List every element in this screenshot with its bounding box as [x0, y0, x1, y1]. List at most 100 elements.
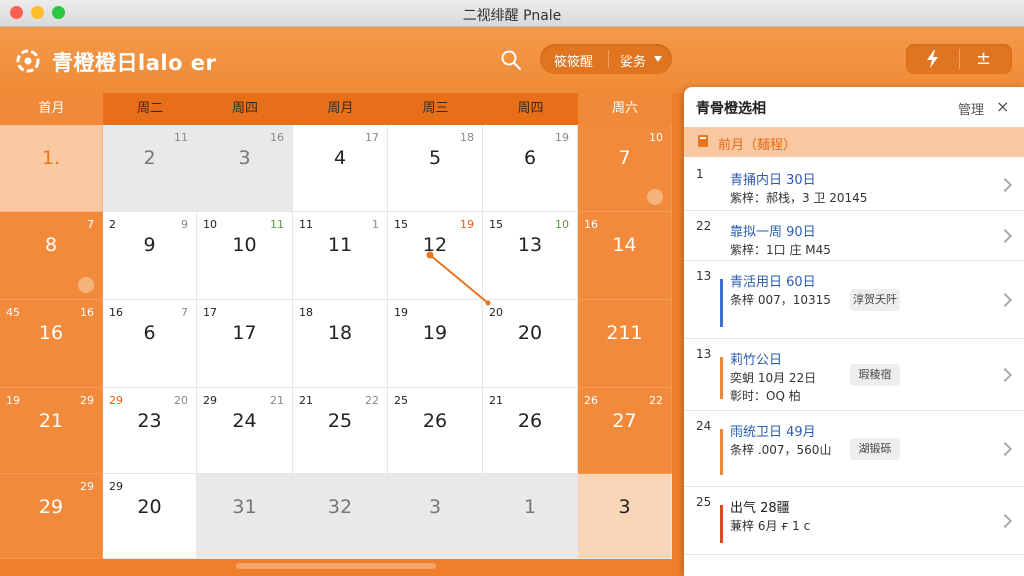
calendar-day-cell[interactable]: 16 16 45: [0, 300, 103, 388]
calendar-day-cell[interactable]: 2 11: [103, 125, 197, 212]
secondary-date-label: 29: [109, 394, 123, 407]
secondary-date-label: 7: [87, 218, 94, 231]
calendar-day-cell[interactable]: 20 20: [483, 300, 578, 388]
calendar-day-cell[interactable]: 27 22 26: [578, 388, 672, 474]
weekday-header: 首月 周二 周四 周月 周三 周四 周六: [0, 93, 672, 125]
day-number: 1: [523, 496, 537, 518]
secondary-date-label: 10: [649, 131, 663, 144]
secondary-date-label: 18: [299, 306, 313, 319]
calendar-day-cell[interactable]: 24 21 29: [197, 388, 293, 474]
chevron-right-icon[interactable]: [997, 292, 1013, 308]
checkmark-icon: [78, 277, 94, 293]
calendar-day-cell[interactable]: 9 9 2: [103, 212, 197, 300]
details-panel: 青骨橙选相 管理 × 前月（麺程） 1 青捅内日 30日 紫梓：郝栈，3 卫 201…: [684, 87, 1024, 576]
section-label: 前月（麺程）: [718, 138, 797, 153]
calendar-day-cell[interactable]: 25 22 21: [293, 388, 388, 474]
chevron-right-icon[interactable]: [997, 177, 1013, 193]
view-segmented-control[interactable]: 筱筱醒 娑务: [540, 44, 672, 74]
calendar-day-cell[interactable]: 21 29 19: [0, 388, 103, 474]
calendar-day-cell[interactable]: 1: [483, 474, 578, 559]
calendar-day-cell[interactable]: 20 29: [103, 474, 197, 559]
chevron-right-icon[interactable]: [997, 367, 1013, 383]
chevron-down-icon[interactable]: [654, 56, 662, 62]
secondary-date-label: 16: [80, 306, 94, 319]
calendar-day-cell[interactable]: 17 17: [197, 300, 293, 388]
item-subtitle: 奕蚏 10月 22日: [730, 371, 817, 385]
day-number: 4: [333, 147, 347, 169]
calendar-day-cell[interactable]: 26 25: [388, 388, 483, 474]
window-title: 二视绯醒 Pnale: [462, 8, 562, 24]
secondary-date-label: 11: [299, 218, 313, 231]
lightning-icon[interactable]: [924, 49, 942, 69]
secondary-date-label: 26: [584, 394, 598, 407]
day-number: 21: [38, 410, 64, 432]
event-list-item[interactable]: 24 雨统卫日 49月 条梓 .007，560山 湖锻砾: [684, 411, 1024, 487]
day-number: 27: [612, 410, 637, 432]
segment-left[interactable]: 筱筱醒: [554, 51, 593, 70]
day-number: 14: [612, 234, 637, 256]
day-number: 20: [517, 322, 543, 344]
secondary-date-label: 21: [270, 394, 284, 407]
calendar-day-cell[interactable]: 3: [578, 474, 672, 559]
calendar-day-cell[interactable]: 23 20 29: [103, 388, 197, 474]
calendar-day-cell[interactable]: 29 29: [0, 474, 103, 559]
day-number: 19: [422, 322, 448, 344]
calendar-day-cell[interactable]: 7 10: [578, 125, 672, 212]
day-number: 11: [327, 234, 353, 256]
calendar-day-cell[interactable]: 13 10 15: [483, 212, 578, 300]
calendar-day-cell[interactable]: 32: [293, 474, 388, 559]
day-number: 3: [238, 147, 251, 169]
chevron-right-icon[interactable]: [997, 441, 1013, 457]
event-list-item[interactable]: 22 靠拟一周 90日 紫梓：1口 庄 M45: [684, 211, 1024, 261]
calendar-day-cell[interactable]: 18 18: [293, 300, 388, 388]
secondary-date-label: 18: [460, 131, 474, 144]
day-number: 2: [143, 147, 156, 169]
calendar-day-cell[interactable]: 4 17: [293, 125, 388, 212]
calendar-day-cell[interactable]: 26 21: [483, 388, 578, 474]
close-icon[interactable]: ×: [996, 97, 1009, 116]
calendar-day-cell[interactable]: 6 7 16: [103, 300, 197, 388]
secondary-date-label: 11: [270, 218, 284, 231]
secondary-date-label: 10: [203, 218, 217, 231]
calendar-day-cell[interactable]: 3 16: [197, 125, 293, 212]
day-number: 31: [232, 496, 257, 518]
secondary-date-label: 16: [270, 131, 284, 144]
calendar-day-cell[interactable]: 5 18: [388, 125, 483, 212]
search-icon[interactable]: [500, 49, 522, 71]
event-list-item[interactable]: 1 青捅内日 30日 紫梓：郝栈，3 卫 20145: [684, 159, 1024, 211]
segment-right[interactable]: 娑务: [620, 51, 646, 70]
day-number: 25: [327, 410, 353, 432]
weekday-label: 周月: [293, 93, 388, 125]
event-list-item[interactable]: 13 青活用日 60日 条梓 007，10315 淳贺夭阡: [684, 261, 1024, 339]
chevron-right-icon[interactable]: [997, 513, 1013, 529]
secondary-date-label: 11: [174, 131, 188, 144]
calendar-day-cell[interactable]: 211: [578, 300, 672, 388]
item-index: 13: [696, 269, 712, 283]
calendar-day-cell[interactable]: 11 1 11: [293, 212, 388, 300]
secondary-date-label: 19: [555, 131, 569, 144]
calendar-day-cell[interactable]: 12 19 15: [388, 212, 483, 300]
calendar-day-cell[interactable]: 3: [388, 474, 483, 559]
calendar-day-cell[interactable]: 10 11 10: [197, 212, 293, 300]
item-title: 靠拟一周 90日: [730, 225, 816, 240]
calendar-day-cell[interactable]: 31: [197, 474, 293, 559]
calendar-day-cell[interactable]: 14 16: [578, 212, 672, 300]
calendar-day-cell[interactable]: 87: [0, 212, 103, 300]
status-badge: 湖锻砾: [850, 438, 900, 460]
item-subtitle: 条梓 .007，560山: [730, 443, 832, 457]
calendar-day-cell[interactable]: 19 19: [388, 300, 483, 388]
secondary-date-label: 9: [181, 218, 188, 231]
event-list-item[interactable]: 25 出气 28疆 蒹梓 6月 ғ 1 c: [684, 487, 1024, 555]
day-number: 9: [143, 234, 156, 256]
calendar-day-cell[interactable]: 1.: [0, 125, 103, 212]
item-subtitle: 紫梓：1口 庄 M45: [730, 243, 831, 257]
app-logo-icon: [16, 49, 40, 73]
plus-minus-button[interactable]: ±: [976, 48, 991, 69]
event-list-item[interactable]: 13 莉竹公日 奕蚏 10月 22日 彰时：OQ 柏 瑕稜宿: [684, 339, 1024, 411]
calendar-day-cell[interactable]: 6 19: [483, 125, 578, 212]
button-divider: [959, 49, 960, 69]
item-subtitle: 蒹梓 6月 ғ 1 c: [730, 519, 811, 533]
manage-button[interactable]: 管理: [958, 99, 984, 118]
chevron-right-icon[interactable]: [997, 228, 1013, 244]
horizontal-scrollbar[interactable]: [236, 563, 436, 569]
